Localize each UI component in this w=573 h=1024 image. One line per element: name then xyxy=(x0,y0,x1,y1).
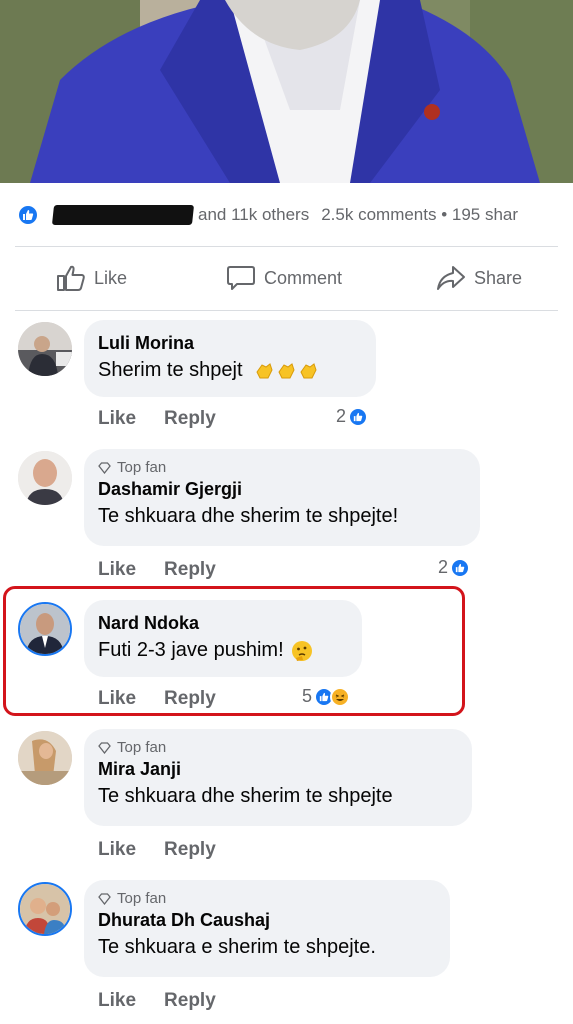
avatar[interactable] xyxy=(18,602,72,656)
thinking-face-icon xyxy=(292,640,313,661)
comment-author[interactable]: Dashamir Gjergji xyxy=(98,478,465,500)
reaction-summary[interactable]: and 11k others 2.5k comments • 195 shar xyxy=(0,197,573,233)
reaction-others-text[interactable]: and 11k others xyxy=(198,205,309,225)
avatar[interactable] xyxy=(18,731,72,785)
top-fan-badge: Top fan xyxy=(98,739,457,756)
reaction-count: 5 xyxy=(302,686,313,706)
thumbs-up-icon xyxy=(57,265,85,291)
share-label: Share xyxy=(474,267,523,288)
action-bar: Like Comment Share xyxy=(0,255,573,301)
like-reaction-icon xyxy=(348,406,369,427)
comment-reactions[interactable]: 2 xyxy=(438,557,471,578)
clapping-hands-icon xyxy=(254,362,318,380)
comment-reply-button[interactable]: Reply xyxy=(164,688,216,710)
avatar[interactable] xyxy=(18,882,72,936)
comment-like-button[interactable]: Like xyxy=(98,990,136,1012)
haha-reaction-icon xyxy=(330,686,351,707)
diamond-icon xyxy=(98,892,111,905)
reaction-count: 2 xyxy=(438,557,449,577)
avatar[interactable] xyxy=(18,451,72,505)
comment-actions: Like Reply xyxy=(98,990,216,1012)
comment-text: Te shkuara dhe sherim te shpejte! xyxy=(98,505,399,527)
diamond-icon xyxy=(98,461,111,474)
comment-bubble[interactable]: Top fan Dashamir Gjergji Te shkuara dhe … xyxy=(84,449,480,546)
top-fan-badge: Top fan xyxy=(98,459,465,476)
comment-reply-button[interactable]: Reply xyxy=(164,408,216,430)
comment-icon xyxy=(227,266,255,290)
comment-reactions[interactable]: 5 xyxy=(302,686,351,707)
comment-bubble[interactable]: Top fan Dhurata Dh Caushaj Te shkuara e … xyxy=(84,880,450,977)
reaction-count: 2 xyxy=(336,406,347,426)
like-reaction-icon xyxy=(450,557,471,578)
comment-actions: Like Reply xyxy=(98,688,216,710)
redacted-name xyxy=(51,205,195,225)
diamond-icon xyxy=(98,741,111,754)
comment-text: Futi 2-3 jave pushim! xyxy=(98,636,347,664)
share-icon xyxy=(437,266,465,290)
comment-reply-button[interactable]: Reply xyxy=(164,559,216,581)
comment-label: Comment xyxy=(264,267,343,288)
comment-bubble[interactable]: Luli Morina Sherim te shpejt xyxy=(84,320,376,397)
comment-actions: Like Reply xyxy=(98,839,216,861)
like-reaction-icon xyxy=(17,204,39,226)
share-button[interactable]: Share xyxy=(436,264,522,292)
like-button[interactable]: Like xyxy=(56,264,127,292)
divider xyxy=(15,310,558,311)
comment-reply-button[interactable]: Reply xyxy=(164,990,216,1012)
comment-like-button[interactable]: Like xyxy=(98,839,136,861)
comment-actions: Like Reply xyxy=(98,408,216,430)
comment-text: Te shkuara e sherim te shpejte. xyxy=(98,936,376,958)
comment-like-button[interactable]: Like xyxy=(98,559,136,581)
top-fan-badge: Top fan xyxy=(98,890,435,907)
comment-bubble[interactable]: Top fan Mira Janji Te shkuara dhe sherim… xyxy=(84,729,472,826)
comment-actions: Like Reply xyxy=(98,559,216,581)
comment-text: Sherim te shpejt xyxy=(98,356,361,384)
comments-shares-count[interactable]: 2.5k comments • 195 shar xyxy=(321,205,518,225)
comment-like-button[interactable]: Like xyxy=(98,408,136,430)
comment-reactions[interactable]: 2 xyxy=(336,406,369,427)
like-label: Like xyxy=(94,267,128,288)
comment-author[interactable]: Luli Morina xyxy=(98,332,361,354)
comment-author[interactable]: Mira Janji xyxy=(98,758,457,780)
comment-bubble[interactable]: Nard Ndoka Futi 2-3 jave pushim! xyxy=(84,600,362,677)
comment-author[interactable]: Nard Ndoka xyxy=(98,612,347,634)
post-photo[interactable] xyxy=(0,0,573,183)
divider xyxy=(15,246,558,247)
comment-text: Te shkuara dhe sherim te shpejte xyxy=(98,785,393,807)
comment-reply-button[interactable]: Reply xyxy=(164,839,216,861)
comment-button[interactable]: Comment xyxy=(226,264,342,292)
comment-like-button[interactable]: Like xyxy=(98,688,136,710)
comment-author[interactable]: Dhurata Dh Caushaj xyxy=(98,909,435,931)
avatar[interactable] xyxy=(18,322,72,376)
